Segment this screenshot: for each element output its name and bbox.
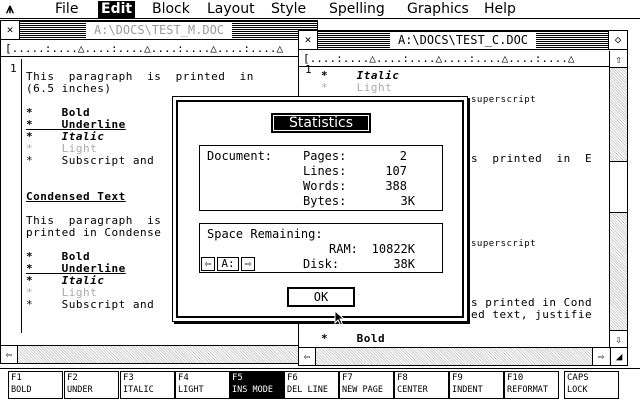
words-label: Words: [303,179,347,193]
space-remaining-label: Space Remaining: [207,227,323,241]
menu-bar: ⩚ File Edit Block Layout Style Spelling … [0,0,640,19]
scroll-up-icon[interactable]: ⇧ [610,51,627,68]
close-icon[interactable]: ✕ [1,21,20,39]
ram-value: 10822K [371,242,415,256]
vertical-scrollbar[interactable]: ⇧ ⇩ [609,51,627,347]
fkey-f10[interactable]: F10 REFORMAT [504,371,559,399]
text-line[interactable]: s printed in E [471,153,592,165]
bytes-label: Bytes: [303,194,347,208]
fkey-f2[interactable]: F2 UNDER [64,371,119,399]
horizontal-scrollbar[interactable]: ⇦ [1,345,317,363]
ruler[interactable]: [....:....△....:....△....:....△....:....… [299,51,609,67]
scroll-thumb[interactable] [610,161,627,213]
horizontal-scrollbar[interactable]: ⇦ ⇨ ◢ [299,347,627,365]
pages-label: Pages: [303,149,347,163]
drive-selector[interactable]: A: [217,257,239,271]
fkey-f3[interactable]: F3 ITALIC [120,371,175,399]
ram-label: RAM: [329,242,358,256]
text-line[interactable]: (6.5 inches) [26,83,111,95]
margin-line [21,59,22,333]
ruler[interactable]: [.....:....△....:....△....:....△....:...… [1,41,317,57]
function-key-bar: F1 BOLD F2 UNDER F3 ITALIC F4 LIGHT F5 INS MO… [0,368,640,400]
scroll-left-icon[interactable]: ⇦ [1,346,18,363]
fullsize-icon[interactable]: ◇ [608,31,627,49]
lines-label: Lines: [303,164,347,178]
text-line[interactable]: printed in Condense [26,227,161,239]
line-number: 1 [305,63,313,76]
dialog-title: Statistics [271,113,371,133]
text-line[interactable]: superscript [471,238,536,250]
fkey-f9[interactable]: F9 INDENT [449,371,504,399]
pages-value: 2 [399,149,407,163]
text-line[interactable]: * Light [321,82,392,94]
text-line[interactable]: superscript [471,94,536,106]
ok-button[interactable]: OK [287,287,355,307]
drive-next-icon[interactable]: ⇨ [241,257,255,271]
text-line[interactable]: * Subscript and [26,155,154,167]
text-line[interactable]: ed text, justifie [471,309,592,321]
disk-label: Disk: [303,257,340,271]
resize-icon[interactable]: ◢ [610,348,627,365]
statistics-dialog: Statistics Document: Pages: 2 Lines: 107… [172,96,468,322]
text-line[interactable]: * Subscript and [26,299,154,311]
close-icon[interactable]: ✕ [299,31,318,49]
window-title-bar[interactable]: ✕ A:\DOCS\TEST_C.DOC ◇ [299,31,627,50]
text-line[interactable]: Condensed Text [26,191,126,203]
menu-block[interactable]: Block [149,1,193,18]
menu-edit[interactable]: Edit [98,1,136,18]
fkey-f7[interactable]: F7 NEW PAGE [339,371,394,399]
menu-graphics[interactable]: Graphics [404,1,472,18]
scroll-left-icon[interactable]: ⇦ [299,348,316,365]
disk-value: 38K [393,257,415,271]
window-title: A:\DOCS\TEST_M.DOC [85,22,233,38]
fkey-f5[interactable]: F5 INS MODE [229,371,284,399]
menu-layout[interactable]: Layout [204,1,258,18]
caps-lock-indicator: CAPS LOCK [564,371,619,399]
fkey-f6[interactable]: F6 DEL LINE [284,371,339,399]
mouse-pointer-icon [334,310,346,326]
window-title: A:\DOCS\TEST_C.DOC [389,32,537,48]
menu-spelling[interactable]: Spelling [326,1,388,18]
menu-help[interactable]: Help [481,1,519,18]
words-value: 388 [385,179,407,193]
menu-style[interactable]: Style [268,1,309,18]
drive-prev-icon[interactable]: ⇦ [201,257,215,271]
document-label: Document: [207,149,273,163]
lines-value: 107 [385,164,407,178]
text-line[interactable]: * Bold [321,333,385,345]
fkey-f8[interactable]: F8 CENTER [394,371,449,399]
scroll-down-icon[interactable]: ⇩ [610,330,627,347]
line-number: 1 [10,62,18,75]
fkey-f1[interactable]: F1 BOLD [8,371,63,399]
scroll-right-icon[interactable]: ⇨ [592,348,609,365]
fkey-f4[interactable]: F4 LIGHT [175,371,230,399]
atari-logo-icon[interactable]: ⩚ [6,1,14,17]
bytes-value: 3K [400,194,415,208]
menu-file[interactable]: File [52,1,81,18]
window-title-bar[interactable]: ✕ A:\DOCS\TEST_M.DOC [1,21,317,40]
